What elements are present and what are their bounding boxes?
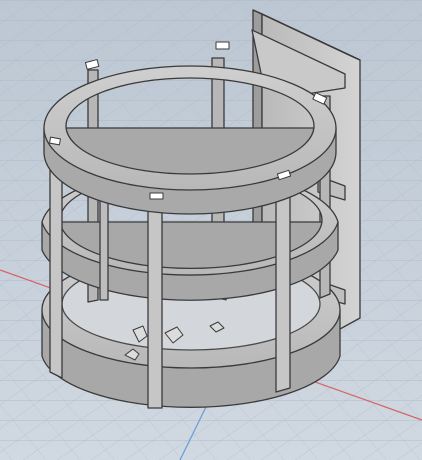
cad-viewport[interactable]	[0, 0, 422, 460]
viewport-canvas[interactable]	[0, 0, 422, 460]
model-ring-holder[interactable]	[41, 9, 361, 409]
